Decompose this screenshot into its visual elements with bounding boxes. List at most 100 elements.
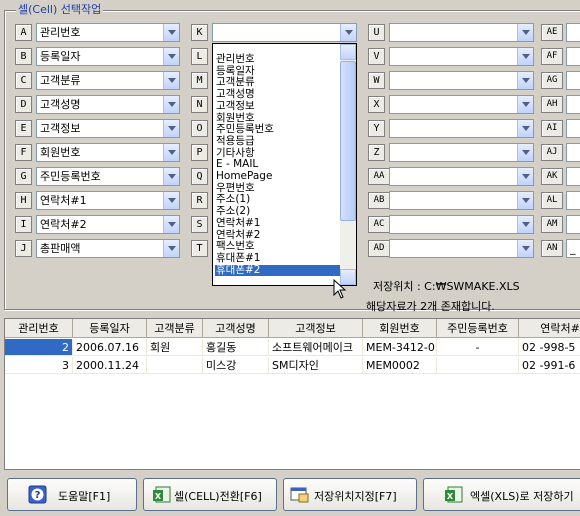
chevron-down-icon[interactable] [163, 48, 179, 65]
table-cell[interactable]: 02 -991-6 [519, 357, 580, 374]
column-header[interactable]: 회원번호 [363, 319, 437, 338]
chevron-down-icon[interactable] [163, 120, 179, 137]
table-cell[interactable]: MEM0002 [363, 357, 437, 374]
table-cell[interactable]: MEM-3412-0P [363, 339, 437, 356]
column-header[interactable]: 관리번호 [5, 319, 73, 338]
dropdown-option[interactable]: 연락처#1 [215, 217, 340, 229]
chevron-down-icon[interactable] [517, 192, 533, 209]
table-cell[interactable]: 소프트웨어메이크 [269, 339, 363, 356]
cell-switch-button[interactable]: X 셀(CELL)전환[F6] [143, 478, 277, 511]
table-cell[interactable]: 회원 [147, 339, 203, 356]
dropdown-option[interactable]: 등록일자 [215, 65, 340, 77]
field-combo-al[interactable] [566, 191, 580, 210]
dropdown-option[interactable]: 관리번호 [215, 54, 340, 65]
field-combo-ai[interactable] [566, 119, 580, 138]
field-combo-j[interactable]: 총판매액 [36, 239, 180, 258]
field-combo-aj[interactable] [566, 143, 580, 162]
dropdown-option[interactable]: 적용등급 [215, 135, 340, 147]
field-combo-ad[interactable] [389, 239, 534, 258]
chevron-down-icon[interactable] [163, 72, 179, 89]
dropdown-option[interactable]: E - MAIL [215, 159, 340, 170]
chevron-down-icon[interactable] [163, 144, 179, 161]
field-combo-f[interactable]: 회원번호 [36, 143, 180, 162]
column-header[interactable]: 주민등록번호 [437, 319, 519, 338]
field-combo-an[interactable]: _ [566, 239, 580, 258]
field-combo-u[interactable] [389, 23, 534, 42]
dropdown-option[interactable]: HomePage [215, 171, 340, 182]
save-location-button[interactable]: 저장위치지정[F7] [283, 478, 417, 511]
chevron-down-icon[interactable] [517, 24, 533, 41]
field-combo-h[interactable]: 연락처#1 [36, 191, 180, 210]
dropdown-option[interactable]: 고객성명 [215, 89, 340, 100]
dropdown-option[interactable]: 우편번호 [215, 182, 340, 194]
dropdown-option[interactable]: 고객분류 [215, 77, 340, 88]
field-combo-b[interactable]: 등록일자 [36, 47, 180, 66]
dropdown-scrollbar[interactable] [340, 44, 356, 285]
column-header[interactable]: 고객분류 [147, 319, 203, 338]
table-cell[interactable]: 2 [5, 339, 73, 356]
field-combo-a[interactable]: 관리번호 [36, 23, 180, 42]
field-combo-am[interactable] [566, 215, 580, 234]
field-combo-ae[interactable] [566, 23, 580, 42]
table-cell[interactable]: 홍길동 [203, 339, 269, 356]
chevron-down-icon[interactable] [340, 24, 356, 41]
dropdown-option[interactable]: 팩스번호 [215, 241, 340, 252]
chevron-down-icon[interactable] [517, 72, 533, 89]
chevron-down-icon[interactable] [517, 120, 533, 137]
table-cell[interactable]: 2000.11.24 [73, 357, 147, 374]
dropdown-option[interactable]: 휴대폰#2 [215, 264, 340, 276]
field-combo-ac[interactable] [389, 215, 534, 234]
field-combo-af[interactable] [566, 47, 580, 66]
chevron-down-icon[interactable] [517, 216, 533, 233]
table-cell[interactable]: - [437, 339, 519, 356]
table-cell[interactable]: 3 [5, 357, 73, 374]
dropdown-option[interactable]: 회원번호 [215, 112, 340, 124]
field-combo-aa[interactable] [389, 167, 534, 186]
field-combo-e[interactable]: 고객정보 [36, 119, 180, 138]
chevron-down-icon[interactable] [517, 48, 533, 65]
dropdown-option[interactable]: 연락처#2 [215, 229, 340, 241]
field-combo-y[interactable] [389, 119, 534, 138]
table-cell[interactable]: 2006.07.16 [73, 339, 147, 356]
chevron-down-icon[interactable] [163, 24, 179, 41]
dropdown-option[interactable]: 휴대폰#1 [215, 252, 340, 264]
dropdown-option[interactable]: 주소(1) [215, 194, 340, 205]
table-cell[interactable] [437, 357, 519, 374]
table-cell[interactable] [147, 357, 203, 374]
results-grid[interactable]: 관리번호등록일자고객분류고객성명고객정보회원번호주민등록번호연락처#1 22006… [4, 318, 580, 470]
field-combo-c[interactable]: 고객분류 [36, 71, 180, 90]
help-button[interactable]: ? 도움말[F1] [7, 478, 137, 511]
dropdown-option[interactable]: 주소(2) [215, 206, 340, 217]
column-header[interactable]: 고객성명 [203, 319, 269, 338]
chevron-down-icon[interactable] [163, 192, 179, 209]
field-combo-k[interactable] [212, 23, 357, 42]
scroll-up-button[interactable] [340, 44, 356, 60]
chevron-down-icon[interactable] [163, 216, 179, 233]
field-combo-w[interactable] [389, 71, 534, 90]
field-combo-ag[interactable] [566, 71, 580, 90]
chevron-down-icon[interactable] [517, 144, 533, 161]
field-combo-g[interactable]: 주민등록번호 [36, 167, 180, 186]
column-header[interactable]: 고객정보 [269, 319, 363, 338]
column-header[interactable]: 등록일자 [73, 319, 147, 338]
table-cell[interactable]: 미스강 [203, 357, 269, 374]
column-header[interactable]: 연락처#1 [519, 319, 580, 338]
field-dropdown-list[interactable]: 관리번호 등록일자 고객분류 고객성명 고객정보 회원번호 주민등록번호 적용등급 기타사항 E … [212, 43, 357, 286]
field-combo-ab[interactable] [389, 191, 534, 210]
dropdown-option[interactable]: 주민등록번호 [215, 124, 340, 135]
field-combo-ak[interactable] [566, 167, 580, 186]
chevron-down-icon[interactable] [163, 168, 179, 185]
field-combo-ah[interactable] [566, 95, 580, 114]
field-combo-v[interactable] [389, 47, 534, 66]
field-combo-x[interactable] [389, 95, 534, 114]
dropdown-option[interactable]: 기타사항 [215, 147, 340, 159]
scroll-thumb[interactable] [340, 61, 356, 221]
dropdown-option[interactable]: 고객정보 [215, 100, 340, 112]
field-combo-i[interactable]: 연락처#2 [36, 215, 180, 234]
table-cell[interactable]: 02 -998-5 [519, 339, 580, 356]
chevron-down-icon[interactable] [163, 240, 179, 257]
excel-save-button[interactable]: X 엑셀(XLS)로 저장하기 [423, 478, 580, 511]
chevron-down-icon[interactable] [517, 168, 533, 185]
chevron-down-icon[interactable] [163, 96, 179, 113]
chevron-down-icon[interactable] [517, 96, 533, 113]
